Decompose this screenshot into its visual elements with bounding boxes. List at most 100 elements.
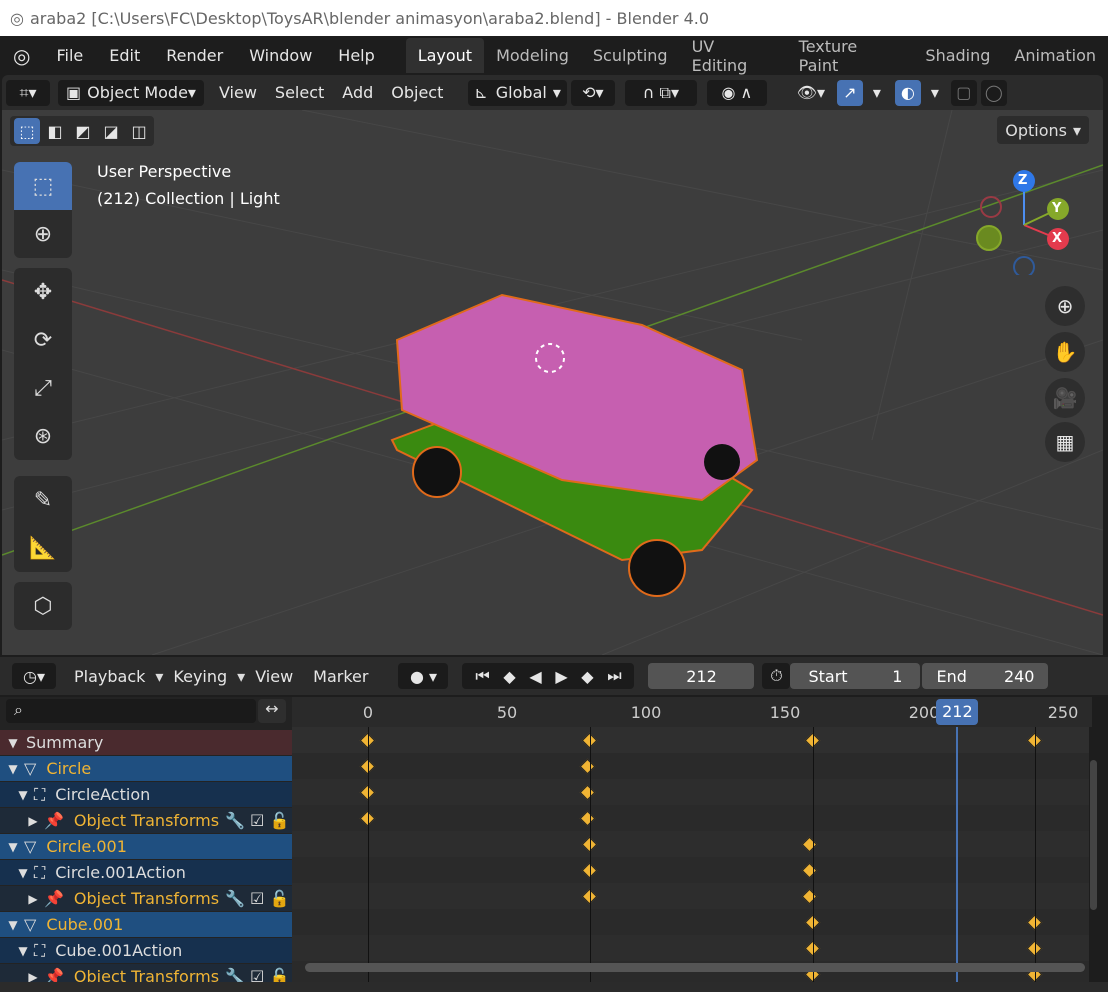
stopwatch-icon[interactable]: ⏱: [762, 663, 791, 689]
pivot-point-dropdown[interactable]: ⟲▾: [570, 79, 615, 106]
tab-modeling[interactable]: Modeling: [484, 40, 581, 71]
auto-key-record-button[interactable]: ● ▾: [398, 663, 449, 689]
select-subtract-icon[interactable]: ◩: [70, 118, 96, 144]
frame-ruler[interactable]: 0 50 100 150 200 250 212: [292, 697, 1092, 727]
rotate-tool-icon[interactable]: ⟳: [14, 316, 72, 364]
channel-action[interactable]: ▼ ⛶ Circle.001Action: [0, 860, 292, 885]
collapse-arrow-icon[interactable]: ▼: [6, 736, 20, 750]
proportional-edit-toggle[interactable]: ◉ ∧: [706, 79, 767, 106]
play-icon[interactable]: ▶: [555, 667, 567, 686]
snap-toggle[interactable]: ∩ ⧉▾: [624, 79, 697, 106]
channel-group[interactable]: ▶ 📌 Object Transforms 🔧 ☑ 🔓: [0, 808, 292, 833]
pan-hand-icon[interactable]: ✋: [1045, 332, 1085, 372]
object-mode-dropdown[interactable]: ▣ Object Mode ▾: [58, 79, 204, 106]
perspective-grid-icon[interactable]: ▦: [1045, 422, 1085, 462]
sync-visibility-icon[interactable]: ↔: [258, 699, 286, 723]
menu-view[interactable]: View: [210, 83, 266, 102]
camera-icon[interactable]: 🎥: [1045, 378, 1085, 418]
tab-animation[interactable]: Animation: [1002, 40, 1108, 71]
menu-render[interactable]: Render: [153, 46, 236, 65]
play-reverse-icon[interactable]: ◀: [529, 667, 541, 686]
start-frame-field[interactable]: Start 1: [790, 663, 921, 689]
window-title: araba2 [C:\Users\FC\Desktop\ToysAR\blend…: [29, 8, 710, 28]
measure-tool-icon[interactable]: 📐: [14, 524, 72, 572]
visibility-dropdown[interactable]: 👁▾: [789, 80, 833, 106]
overlay-dropdown[interactable]: ▾: [925, 80, 945, 106]
object-type-icon: ▽: [24, 915, 37, 934]
vertical-scrollbar[interactable]: [1090, 760, 1097, 910]
expand-arrow-icon[interactable]: ▶: [26, 814, 40, 828]
select-box-tool-icon[interactable]: ⬚: [14, 162, 72, 210]
current-frame-field[interactable]: 212: [648, 663, 755, 689]
menu-playback[interactable]: Playback: [64, 667, 155, 686]
channel-group[interactable]: ▶ 📌 Object Transforms 🔧 ☑ 🔓: [0, 886, 292, 911]
tab-uv-editing[interactable]: UV Editing: [680, 31, 787, 81]
collapse-arrow-icon[interactable]: ▼: [6, 762, 20, 776]
scale-tool-icon[interactable]: ⤢: [14, 364, 72, 412]
menu-window[interactable]: Window: [236, 46, 325, 65]
next-keyframe-icon[interactable]: ◆: [581, 667, 593, 686]
add-cube-tool-icon[interactable]: ⬡: [14, 582, 72, 630]
overlay-toggle[interactable]: ◐: [894, 79, 921, 106]
tab-texture-paint[interactable]: Texture Paint: [787, 31, 914, 81]
options-dropdown[interactable]: Options ▾: [997, 116, 1089, 144]
editor-type-button[interactable]: ⌗▾: [6, 79, 50, 106]
channel-modifier-icons[interactable]: 🔧 ☑ 🔓: [225, 811, 289, 830]
transform-orientation-dropdown[interactable]: ⊾ Global ▾: [468, 79, 567, 106]
gizmo-dropdown[interactable]: ▾: [867, 80, 887, 106]
collapse-arrow-icon[interactable]: ▼: [16, 866, 30, 880]
collapse-arrow-icon[interactable]: ▼: [16, 788, 30, 802]
select-new-icon[interactable]: ⬚: [14, 118, 40, 144]
menu-select[interactable]: Select: [266, 83, 333, 102]
menu-object[interactable]: Object: [382, 83, 452, 102]
transform-tool-icon[interactable]: ⊛: [14, 412, 72, 460]
channel-modifier-icons[interactable]: 🔧 ☑ 🔓: [225, 889, 289, 908]
channel-summary[interactable]: ▼ Summary: [0, 730, 292, 755]
tab-layout[interactable]: Layout: [405, 38, 485, 73]
chevron-down-icon: ▾: [187, 83, 196, 102]
car-model[interactable]: [390, 293, 759, 597]
channel-list: ⌕ ↔ ▼ Summary ▼ ▽ Circle ▼ ⛶ CircleAction ▶ 📌 Obje…: [0, 697, 292, 992]
channel-search-input[interactable]: ⌕: [6, 699, 256, 723]
horizontal-scrollbar[interactable]: [305, 963, 1085, 972]
end-frame-field[interactable]: End 240: [922, 663, 1049, 689]
menu-file[interactable]: File: [43, 46, 96, 65]
collapse-arrow-icon[interactable]: ▼: [16, 944, 30, 958]
menu-marker[interactable]: Marker: [303, 667, 378, 686]
cursor-tool-icon[interactable]: ⊕: [14, 210, 72, 258]
collapse-arrow-icon[interactable]: ▼: [6, 918, 20, 932]
menu-edit[interactable]: Edit: [96, 46, 153, 65]
select-invert-icon[interactable]: ◪: [98, 118, 124, 144]
select-intersect-icon[interactable]: ◫: [126, 118, 152, 144]
channel-action[interactable]: ▼ ⛶ CircleAction: [0, 782, 292, 807]
gizmo-toggle[interactable]: ↗: [836, 79, 863, 106]
chevron-down-icon: ▾: [155, 666, 164, 686]
current-frame-indicator[interactable]: 212: [936, 699, 979, 725]
move-tool-icon[interactable]: ✥: [14, 268, 72, 316]
menu-add[interactable]: Add: [333, 83, 382, 102]
jump-end-icon[interactable]: ⏭: [607, 666, 621, 686]
gizmo-z-label: Z: [1018, 173, 1028, 188]
expand-arrow-icon[interactable]: ▶: [26, 892, 40, 906]
jump-start-icon[interactable]: ⏮: [475, 666, 489, 686]
shading-toggle[interactable]: ◯: [980, 79, 1007, 106]
timeline-editor-type-button[interactable]: ◷▾: [12, 663, 56, 689]
3d-viewport[interactable]: User Perspective (212) Collection | Ligh…: [2, 110, 1103, 655]
menu-keying[interactable]: Keying: [163, 667, 237, 686]
channel-action[interactable]: ▼ ⛶ Cube.001Action: [0, 938, 292, 963]
collapse-arrow-icon[interactable]: ▼: [6, 840, 20, 854]
select-extend-icon[interactable]: ◧: [42, 118, 68, 144]
xray-toggle[interactable]: ▢: [950, 79, 977, 106]
annotate-tool-icon[interactable]: ✎: [14, 476, 72, 524]
tab-sculpting[interactable]: Sculpting: [581, 40, 680, 71]
dopesheet-area[interactable]: [292, 727, 1089, 982]
menu-timeline-view[interactable]: View: [245, 667, 303, 686]
channel-object[interactable]: ▼ ▽ Cube.001: [0, 912, 292, 937]
channel-object[interactable]: ▼ ▽ Circle.001: [0, 834, 292, 859]
zoom-icon[interactable]: ⊕: [1045, 286, 1085, 326]
blender-menu-icon[interactable]: ◎: [0, 44, 43, 68]
tab-shading[interactable]: Shading: [913, 40, 1002, 71]
menu-help[interactable]: Help: [325, 46, 387, 65]
prev-keyframe-icon[interactable]: ◆: [503, 667, 515, 686]
channel-object[interactable]: ▼ ▽ Circle: [0, 756, 292, 781]
